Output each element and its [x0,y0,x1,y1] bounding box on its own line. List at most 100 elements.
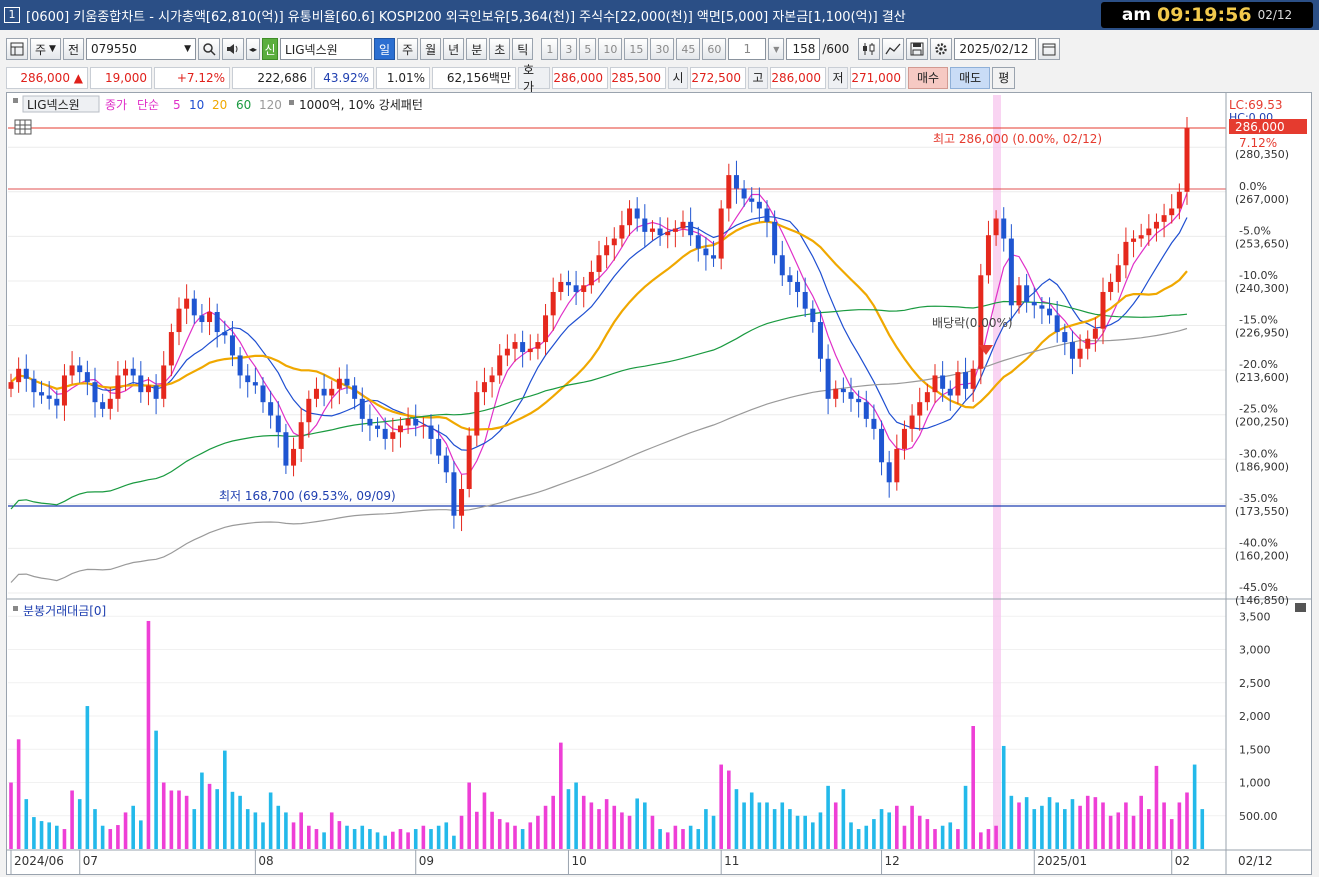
minute-option-45[interactable]: 45 [676,38,701,60]
volume-axis-value: 3,000 [1239,644,1271,657]
chart-area[interactable]: (280,350) 0.0% (267,000) -5.0% (253,650) -10.… [6,92,1312,875]
volume-bar [1169,819,1174,849]
minute-option-3[interactable]: 3 [560,38,578,60]
volume-bar [238,795,242,849]
volume-bar [482,792,487,849]
volume-bar [307,825,311,849]
stock-code-input[interactable]: 079550 ▼ [86,38,197,60]
clock-date: 02/12 [1257,8,1293,22]
legend-ma120[interactable]: 120 [259,98,282,112]
candle-body [92,382,98,403]
legend-ma60[interactable]: 60 [236,98,251,112]
volume-bar [123,812,128,849]
market-select[interactable]: 주 ▼ [30,38,61,60]
candle-body [665,231,671,236]
date-label: 08 [258,854,273,868]
minute-option-10[interactable]: 10 [598,38,623,60]
candle-body [1123,241,1129,266]
buy-button[interactable]: 매수 [908,66,949,89]
stock-name-field[interactable]: LIG넥스원 [280,38,373,60]
date-input[interactable]: 2025/02/12 [954,38,1037,60]
volume-axis-value: 3,500 [1239,610,1271,623]
candle-body [772,221,778,256]
volume-bar [24,799,29,849]
candle-body [856,398,862,403]
count-input[interactable]: 158 [786,38,821,60]
tab-minute[interactable]: 분 [466,38,488,60]
legend-ma20[interactable]: 20 [212,98,227,112]
chevron-down-icon[interactable]: ▼ [768,38,785,60]
lc-label: LC:69.53 [1229,98,1282,112]
volume-bar [1192,764,1197,849]
volume-bar [612,805,617,849]
grid-toggle-icon[interactable] [14,119,32,135]
tab-year[interactable]: 년 [443,38,465,60]
price-chart-svg[interactable]: (280,350) 0.0%(267,000) -5.0%(253,650) -10.… [7,93,1311,874]
candle-body [275,415,281,433]
volume-bar [833,802,838,849]
candle-body [222,332,228,336]
window-number[interactable]: 1 [4,7,20,23]
volume-bar [795,815,800,849]
candle-body [825,358,831,399]
legend-close-label: 종가 [105,98,127,112]
tab-week[interactable]: 주 [397,38,419,60]
minute-option-30[interactable]: 30 [650,38,675,60]
date-label: 11 [724,854,739,868]
calendar-icon[interactable] [1038,38,1061,60]
volume-bar [116,825,120,849]
gear-icon[interactable] [930,38,953,60]
interval-input[interactable]: 1 [728,38,767,60]
candle-body [649,228,655,232]
chart-background [7,93,1311,874]
candle-body [1108,281,1114,292]
tab-day[interactable]: 일 [374,38,396,60]
volume-bar [1116,812,1121,849]
candle-body [672,228,678,232]
speaker-icon[interactable] [222,38,245,60]
tab-second[interactable]: 초 [489,38,511,60]
drawing-tool-icon[interactable] [882,38,905,60]
minute-option-5[interactable]: 5 [579,38,597,60]
tab-tick[interactable]: 틱 [512,38,534,60]
candle-body [1131,238,1137,242]
chevron-down-icon[interactable]: ▼ [184,44,191,54]
candle-settings-icon[interactable] [858,38,881,60]
volume-bar [452,835,456,849]
candle-body [428,425,434,439]
candle-body [161,365,167,399]
eval-button[interactable]: 평 [992,66,1016,89]
sell-button[interactable]: 매도 [950,66,991,89]
minute-option-60[interactable]: 60 [702,38,727,60]
price-axis-value: (173,550) [1235,505,1289,518]
volume-bar [528,822,533,849]
volume-bar [887,812,891,849]
save-icon[interactable] [906,38,929,60]
volume-bar [154,730,158,849]
volume-bar [620,812,624,849]
candle-body [886,462,892,483]
candle-body [604,245,610,256]
minute-option-1[interactable]: 1 [541,38,559,60]
search-icon[interactable] [198,38,221,60]
minute-option-15[interactable]: 15 [624,38,649,60]
volume-bar [329,812,334,849]
legend-ma10[interactable]: 10 [189,98,204,112]
clock-time: 09:19:56 [1157,4,1252,26]
candle-body [833,388,839,399]
pane-collapse-icon[interactable] [1295,603,1306,612]
volume-bar [444,822,449,849]
tab-month[interactable]: 월 [420,38,442,60]
volume-bar [77,799,82,849]
legend-ma5[interactable]: 5 [173,98,181,112]
candle-body [1062,332,1068,343]
candle-body [558,281,564,292]
volume-bar [436,825,441,849]
stepper-icon[interactable]: ◂▸ [246,38,261,60]
mode-button[interactable]: 전 [62,38,85,60]
candle-body [390,432,396,439]
ask-price: 286,000 [552,66,608,89]
volume-bar [360,825,365,849]
legend-pattern-label: 1000억, 10% 강세패턴 [299,98,423,112]
window-layout-icon[interactable] [6,38,28,60]
